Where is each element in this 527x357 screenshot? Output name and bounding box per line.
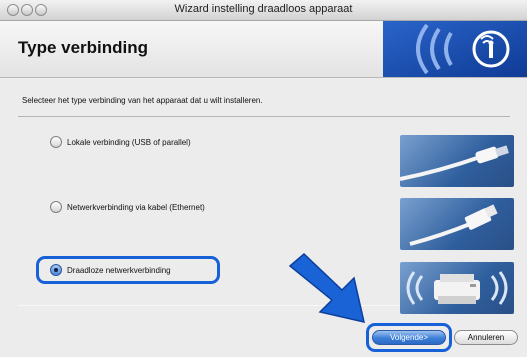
radio-wireless-connection[interactable] bbox=[50, 264, 62, 276]
option-wireless-connection[interactable]: Draadloze netwerkverbinding bbox=[50, 260, 171, 280]
ethernet-cable-icon bbox=[400, 198, 514, 250]
window-title: Wizard instelling draadloos apparaat bbox=[174, 3, 353, 15]
cancel-button[interactable]: Annuleren bbox=[454, 330, 518, 345]
next-button[interactable]: Volgende> bbox=[372, 330, 446, 345]
option-ethernet-connection[interactable]: Netwerkverbinding via kabel (Ethernet) bbox=[50, 197, 205, 217]
wizard-header: Type verbinding bbox=[0, 21, 527, 78]
title-bar: Wizard instelling draadloos apparaat bbox=[0, 0, 527, 21]
option-wireless-label: Draadloze netwerkverbinding bbox=[67, 265, 171, 275]
option-local-connection[interactable]: Lokale verbinding (USB of parallel) bbox=[50, 132, 191, 152]
wireless-printer-icon bbox=[400, 262, 514, 314]
page-title: Type verbinding bbox=[18, 38, 149, 57]
wizard-window: Wizard instelling draadloos apparaat Typ… bbox=[0, 0, 527, 357]
wireless-logo-icon bbox=[383, 21, 527, 77]
radio-ethernet-connection[interactable] bbox=[50, 201, 62, 213]
radio-local-connection[interactable] bbox=[50, 136, 62, 148]
option-ethernet-label: Netwerkverbinding via kabel (Ethernet) bbox=[67, 202, 205, 212]
option-local-label: Lokale verbinding (USB of parallel) bbox=[67, 137, 191, 147]
usb-cable-icon bbox=[400, 135, 514, 187]
pointer-arrow-icon bbox=[288, 252, 365, 323]
instruction-text: Selecteer het type verbinding van het ap… bbox=[22, 96, 263, 105]
